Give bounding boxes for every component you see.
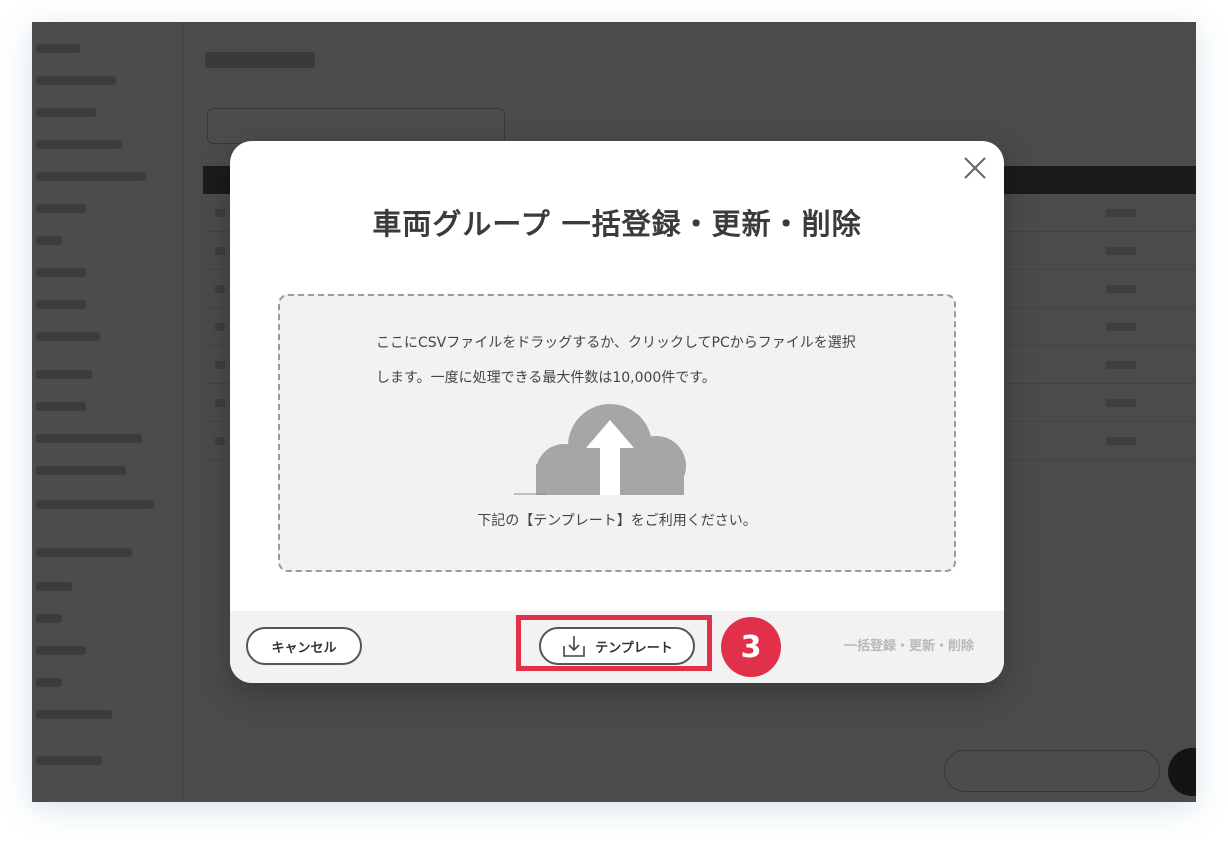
download-icon (561, 633, 587, 659)
cloud-upload-icon (510, 402, 710, 500)
bulk-upload-dialog: 車両グループ 一括登録・更新・削除 ここにCSVファイルをドラッグするか、クリッ… (230, 141, 1004, 683)
cancel-button[interactable]: キャンセル (246, 627, 362, 665)
template-download-button[interactable]: テンプレート (539, 627, 695, 665)
dropzone-instruction: ここにCSVファイルをドラッグするか、クリックしてPCからファイルを選択します。… (376, 335, 856, 386)
dialog-title: 車両グループ 一括登録・更新・削除 (372, 207, 862, 241)
bulk-submit-button[interactable]: 一括登録・更新・削除 (844, 635, 974, 654)
close-icon[interactable] (962, 155, 988, 181)
template-note: 下記の【テンプレート】をご利用ください。 (477, 513, 757, 529)
step-badge: 3 (721, 617, 781, 677)
csv-dropzone[interactable]: ここにCSVファイルをドラッグするか、クリックしてPCからファイルを選択します。… (278, 294, 956, 572)
template-button-label: テンプレート (595, 640, 673, 656)
app-window: 車両グループ 一括登録・更新・削除 ここにCSVファイルをドラッグするか、クリッ… (32, 22, 1196, 802)
dialog-footer: キャンセル テンプレート 一括登録・更新・削除 (230, 611, 1004, 683)
